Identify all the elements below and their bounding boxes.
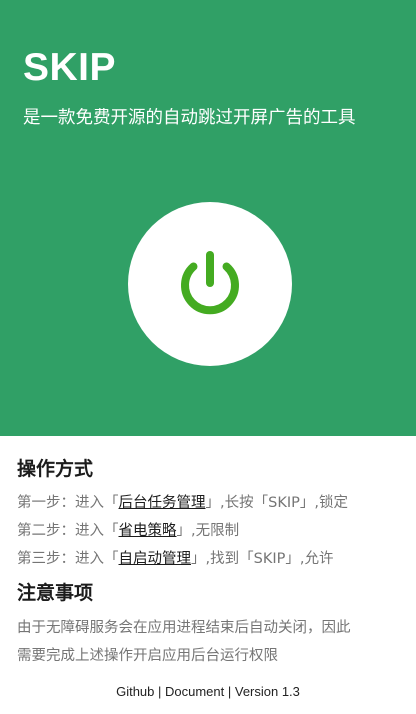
step-1: 第一步：进入「后台任务管理」,长按「SKIP」,锁定 [17,493,348,513]
step-2: 第二步：进入「省电策略」,无限制 [17,521,239,541]
power-icon [181,251,239,315]
footer-separator: | [224,684,235,699]
step-2-prefix: 第二步：进入「 [17,523,119,539]
background-task-link[interactable]: 后台任务管理 [119,495,206,511]
step-3-suffix: 」,找到「SKIP」,允许 [191,551,334,567]
step-3: 第三步：进入「自启动管理」,找到「SKIP」,允许 [17,549,333,569]
step-1-prefix: 第一步：进入「 [17,495,119,511]
footer-separator: | [154,684,165,699]
usage-section-title: 操作方式 [17,458,94,480]
step-1-suffix: 」,长按「SKIP」,锁定 [205,495,348,511]
step-3-prefix: 第三步：进入「 [17,551,119,567]
notes-section-title: 注意事项 [17,582,94,604]
app-title: SKIP [23,46,117,89]
step-2-suffix: 」,无限制 [176,523,240,539]
document-link[interactable]: Document [165,684,224,699]
autostart-link[interactable]: 自启动管理 [119,551,192,567]
notes-line-1: 由于无障碍服务会在应用进程结束后自动关闭，因此 [17,620,351,636]
notes-line-2: 需要完成上述操作开启应用后台运行权限 [17,648,278,664]
power-button[interactable] [128,202,292,366]
version-label: Version 1.3 [234,684,300,699]
footer: Github | Document | Version 1.3 [0,683,416,701]
power-saving-link[interactable]: 省电策略 [119,523,177,539]
github-link[interactable]: Github [116,684,154,699]
header-banner: SKIP 是一款免费开源的自动跳过开屏广告的工具 [0,0,416,436]
app-subtitle: 是一款免费开源的自动跳过开屏广告的工具 [23,108,356,128]
